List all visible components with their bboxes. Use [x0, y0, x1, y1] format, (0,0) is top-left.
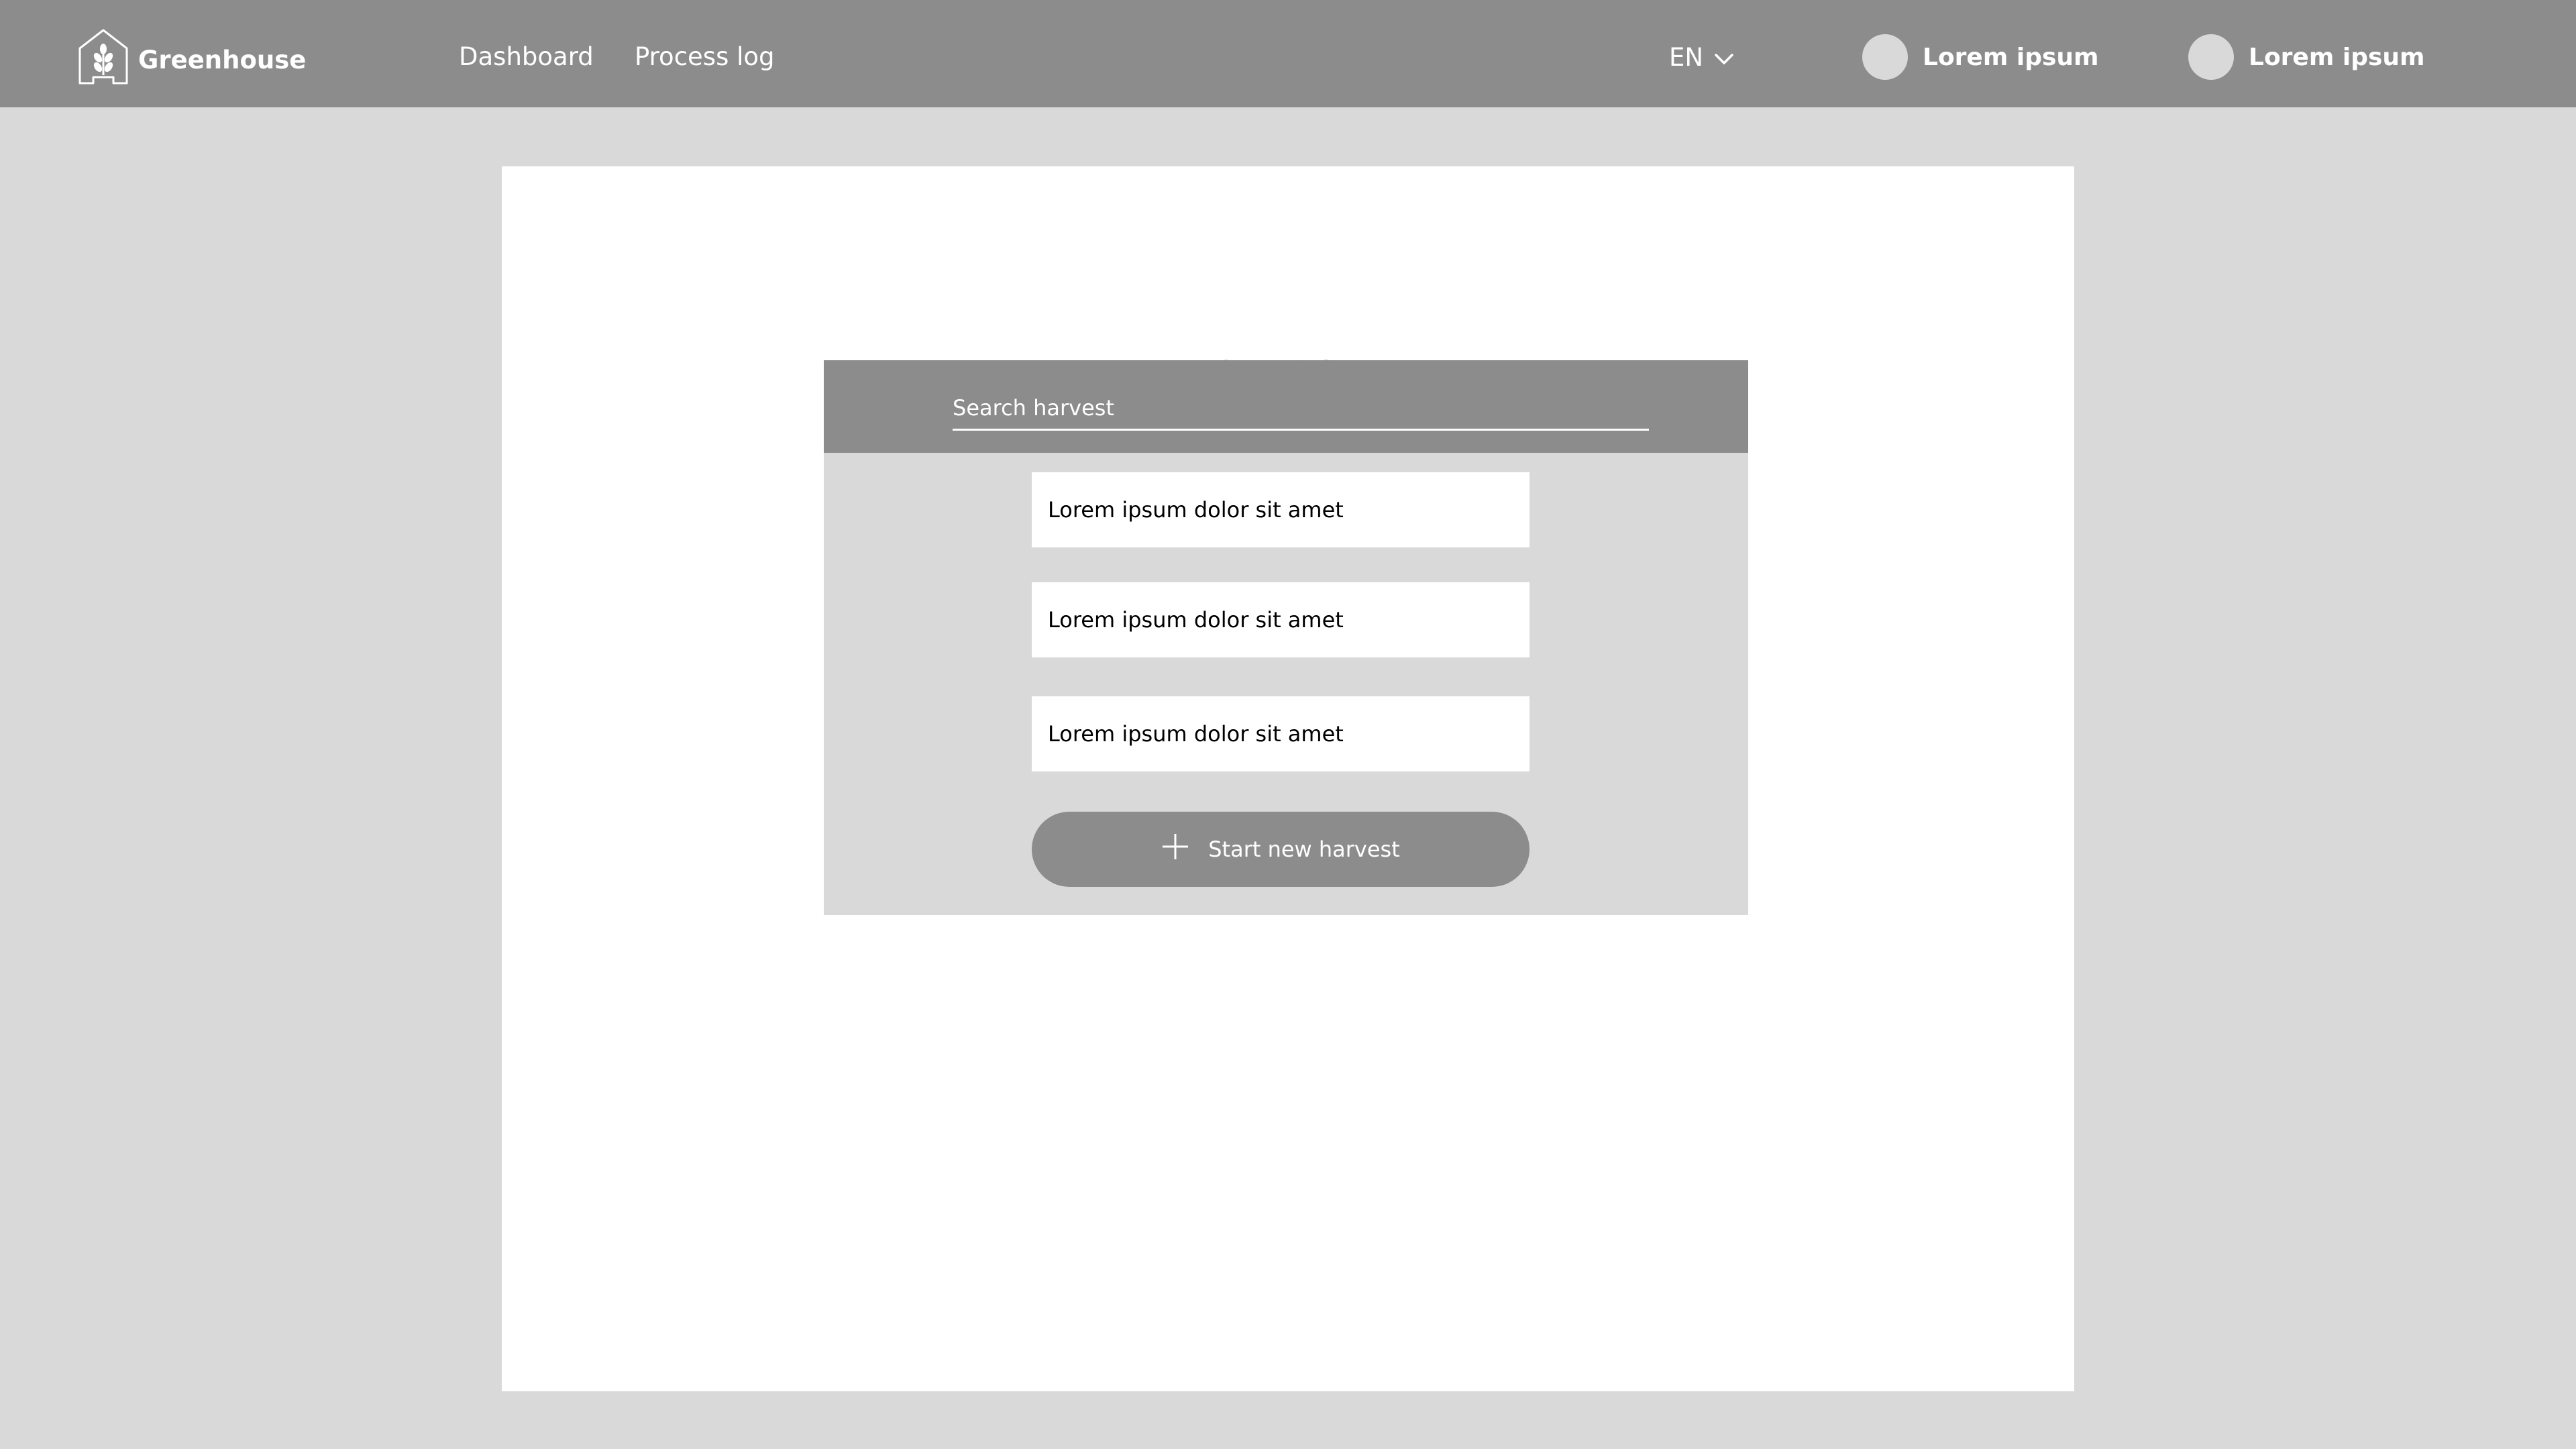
harvest-list-item[interactable]: Lorem ipsum dolor sit amet [1032, 696, 1529, 771]
user-menu-1[interactable]: Lorem ipsum [1862, 34, 2099, 80]
harvest-panel: Lorem ipsum dolor sit amet Lorem ipsum d… [824, 360, 1748, 915]
user-name: Lorem ipsum [1923, 43, 2099, 71]
nav-item-dashboard[interactable]: Dashboard [459, 40, 594, 74]
user-name: Lorem ipsum [2249, 43, 2425, 71]
language-selector[interactable]: EN [1669, 40, 1734, 74]
start-new-harvest-label: Start new harvest [1208, 837, 1400, 862]
harvest-panel-header [824, 360, 1748, 453]
brand-name: Greenhouse [138, 45, 307, 74]
start-new-harvest-button[interactable]: Start new harvest [1032, 812, 1529, 887]
nav-item-process-log[interactable]: Process log [635, 40, 775, 74]
avatar [2188, 34, 2234, 80]
harvest-list-item[interactable]: Lorem ipsum dolor sit amet [1032, 582, 1529, 657]
language-selected-value: EN [1669, 42, 1704, 72]
greenhouse-logo-icon [78, 28, 129, 86]
plus-icon [1161, 833, 1208, 866]
top-navigation-bar: Greenhouse Dashboard Process log EN Lore… [0, 0, 2576, 107]
user-menu-2[interactable]: Lorem ipsum [2188, 34, 2425, 80]
avatar [1862, 34, 1908, 80]
search-harvest-input[interactable] [953, 387, 1649, 431]
chevron-down-icon [1703, 43, 1734, 72]
harvest-list-item[interactable]: Lorem ipsum dolor sit amet [1032, 472, 1529, 547]
brand-logo[interactable]: Greenhouse [78, 28, 306, 86]
